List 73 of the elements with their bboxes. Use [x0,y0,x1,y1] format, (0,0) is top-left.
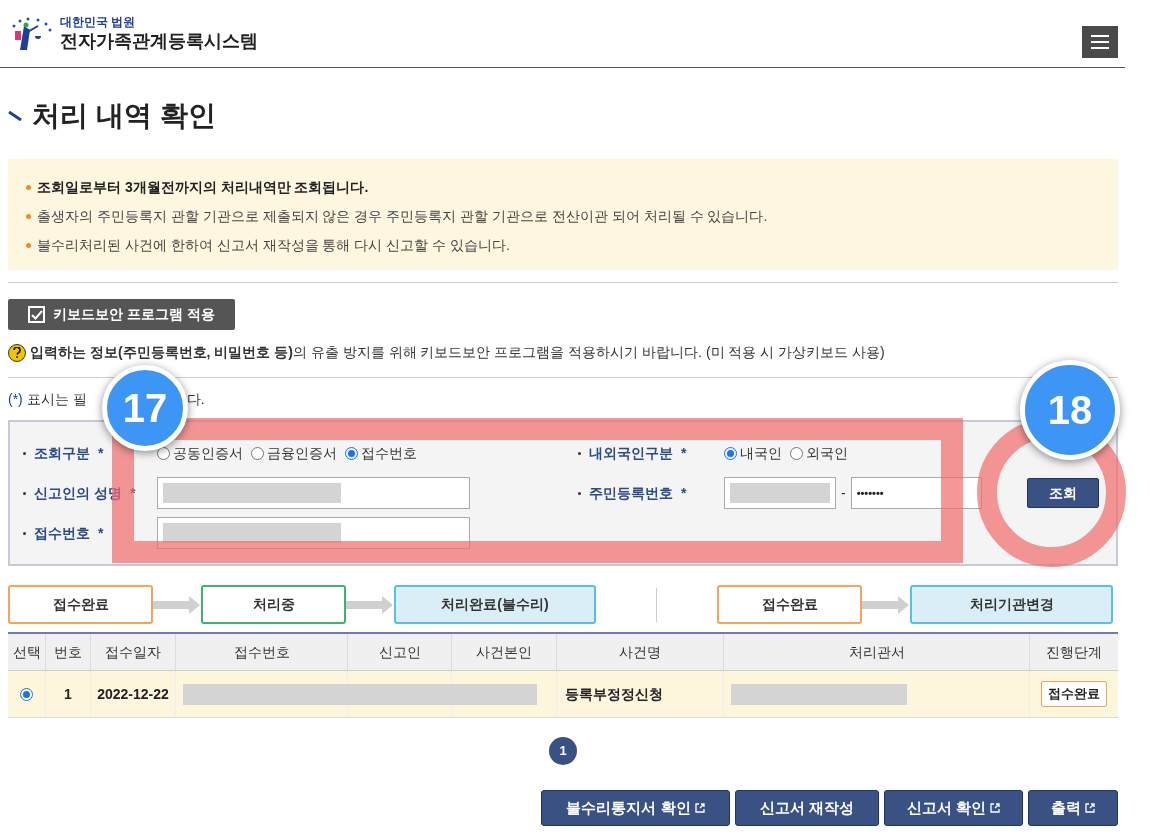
required-note-text: 표시는 필 [26,389,87,409]
input-field[interactable] [724,477,836,509]
column-header: 진행단계 [1044,642,1103,662]
field-label: 주민등록번호 [589,483,673,503]
page-button[interactable]: 1 [549,737,577,765]
arrow-icon [346,594,394,615]
external-link-icon [990,803,1000,813]
status-legend-item: 처리중 [201,585,346,624]
menu-button[interactable] [1082,25,1118,58]
field-label: 내외국인구분 [589,443,673,463]
column-header: 처리관서 [724,634,1030,670]
status-legend-item: 접수완료 [8,585,153,624]
action-button[interactable]: 신고서 재작성 [734,790,879,826]
status-badge: 접수완료 [1040,681,1107,707]
bullet-icon [26,214,31,219]
search-button[interactable]: 조회 [1027,478,1099,508]
table-cell-text: 1 [64,684,72,704]
table-cell-text: 등록부정정신청 [565,684,663,704]
checkbox[interactable] [28,306,45,323]
column-header: 접수일자 [91,634,176,670]
table-cell-text: 2022-12-22 [97,684,169,704]
status-legend-item: 처리기관변경 [910,585,1113,624]
org-name: 대한민국 법원 [60,14,137,30]
menu-icon [1091,34,1109,49]
action-button[interactable]: 신고서 확인 [883,790,1023,826]
security-note: 입력하는 정보(주민등록번호, 비밀번호 등)의 유출 방지를 위해 키보드보안 프로그램을 적용하시기 바랍니다. (미 적용 시 가상키보드 사용) [30,343,885,362]
bullet-icon [26,185,31,190]
bullet-icon [23,451,26,455]
action-button[interactable]: 출력 [1028,790,1118,826]
arrow-icon [862,594,910,615]
field-label: 조회구분 [34,443,90,463]
title-mark-icon [8,111,22,121]
table-row[interactable]: 1 2022-12-22 등록부정정신청 접수완료 [8,671,1118,718]
column-header: 번호 [46,634,91,670]
input-field[interactable] [157,477,470,509]
separator-text: - [841,483,846,503]
page-title: 처리 내역 확인 [32,99,216,133]
radio-button[interactable] [20,687,33,701]
radio-option[interactable]: 금융인증서 [251,442,337,464]
notice-text: 출생자의 주민등록지 관할 기관으로 제출되지 않은 경우 주민등록지 관할 기관으로 전산이관 되어 처리될 수 있습니다. [37,207,768,226]
field-label: 접수번호 [34,523,90,543]
column-header: 선택 [8,634,46,670]
external-link-icon [1085,803,1095,813]
radio-option[interactable]: 접수번호 [345,442,417,464]
required-mark: * [98,443,104,463]
checkmark-icon [30,309,43,320]
security-program-button[interactable]: 키보드보안 프로그램 적용 [8,299,235,330]
column-header: 접수번호 [176,634,348,670]
radio-option[interactable]: 내국인 [724,442,782,464]
bullet-icon [23,491,26,495]
column-header: 신고인 [348,634,452,670]
bullet-icon [578,491,581,495]
radio-option[interactable]: 외국인 [790,442,848,464]
required-mark: * [681,443,687,463]
required-mark: (*) [8,389,23,409]
required-note-text: 다. [186,389,205,409]
question-mark-icon [13,347,21,358]
column-header: 사건본인 [452,634,557,670]
status-legend-item: 처리완료(불수리) [394,585,596,624]
external-link-icon [694,803,705,813]
status-legend-item: 접수완료 [717,585,862,624]
bullet-icon [23,531,26,535]
column-header: 사건명 [557,634,724,670]
arrow-icon [153,594,201,615]
field-label: 신고인의 성명 [34,483,122,503]
system-name: 전자가족관계등록시스템 [60,29,258,53]
required-mark: * [98,523,104,543]
bullet-icon [578,451,581,455]
notice-text: 불수리처리된 사건에 한하여 신고서 재작성을 통해 다시 신고할 수 있습니다. [37,236,510,255]
required-mark: * [681,483,687,503]
notice-text: 조회일로부터 3개월전까지의 처리내역만 조회됩니다. [37,178,369,197]
bullet-icon [26,243,31,248]
action-button[interactable]: 불수리통지서 확인 [541,790,730,826]
